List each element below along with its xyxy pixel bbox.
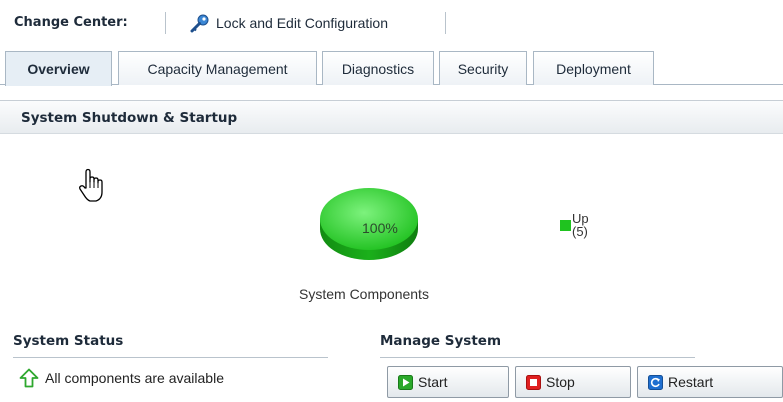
play-icon — [398, 375, 413, 390]
system-status-title: System Status — [13, 333, 124, 349]
lock-edit-button[interactable]: Lock and Edit Configuration — [189, 13, 388, 33]
hand-cursor-icon — [79, 168, 103, 202]
chart-caption: System Components — [299, 286, 429, 302]
stop-button[interactable]: Stop — [515, 366, 631, 398]
separator — [445, 12, 446, 34]
tab-overview[interactable]: Overview — [5, 51, 112, 86]
stop-icon — [526, 375, 541, 390]
legend-entry-up: Up (5) — [572, 212, 589, 238]
restart-icon — [648, 375, 663, 390]
arrow-up-icon — [19, 368, 39, 388]
panel-header: System Shutdown & Startup — [0, 101, 783, 134]
start-button[interactable]: Start — [387, 366, 509, 398]
section-rule — [13, 357, 328, 358]
change-center-bar: Change Center: Lock and Edit Configurati… — [0, 0, 783, 44]
tab-diagnostics[interactable]: Diagnostics — [322, 51, 434, 85]
tab-bar: Overview Capacity Management Diagnostics… — [0, 46, 783, 86]
legend-swatch-up — [560, 220, 571, 231]
restart-button[interactable]: Restart — [637, 366, 783, 398]
change-center-title: Change Center: — [14, 15, 128, 30]
pie-slice-up — [320, 188, 418, 250]
section-rule — [380, 357, 695, 358]
start-label: Start — [418, 374, 448, 390]
tab-label: Capacity Management — [147, 60, 288, 77]
tab-capacity-management[interactable]: Capacity Management — [118, 51, 317, 85]
system-status-message: All components are available — [19, 368, 224, 388]
legend-count: (5) — [572, 224, 588, 239]
status-text: All components are available — [45, 370, 224, 386]
pie-percent-label: 100% — [362, 220, 398, 236]
stop-label: Stop — [546, 374, 575, 390]
tab-label: Deployment — [556, 60, 631, 77]
restart-label: Restart — [668, 374, 714, 390]
panel-title: System Shutdown & Startup — [21, 110, 238, 126]
tab-label: Diagnostics — [341, 60, 415, 77]
manage-system-title: Manage System — [380, 333, 502, 349]
separator — [165, 12, 166, 34]
tab-security[interactable]: Security — [439, 51, 527, 85]
key-icon — [190, 14, 209, 33]
tab-deployment[interactable]: Deployment — [533, 51, 654, 85]
tab-label: Security — [457, 60, 509, 77]
lock-edit-label: Lock and Edit Configuration — [216, 15, 388, 31]
tab-label: Overview — [27, 61, 90, 77]
